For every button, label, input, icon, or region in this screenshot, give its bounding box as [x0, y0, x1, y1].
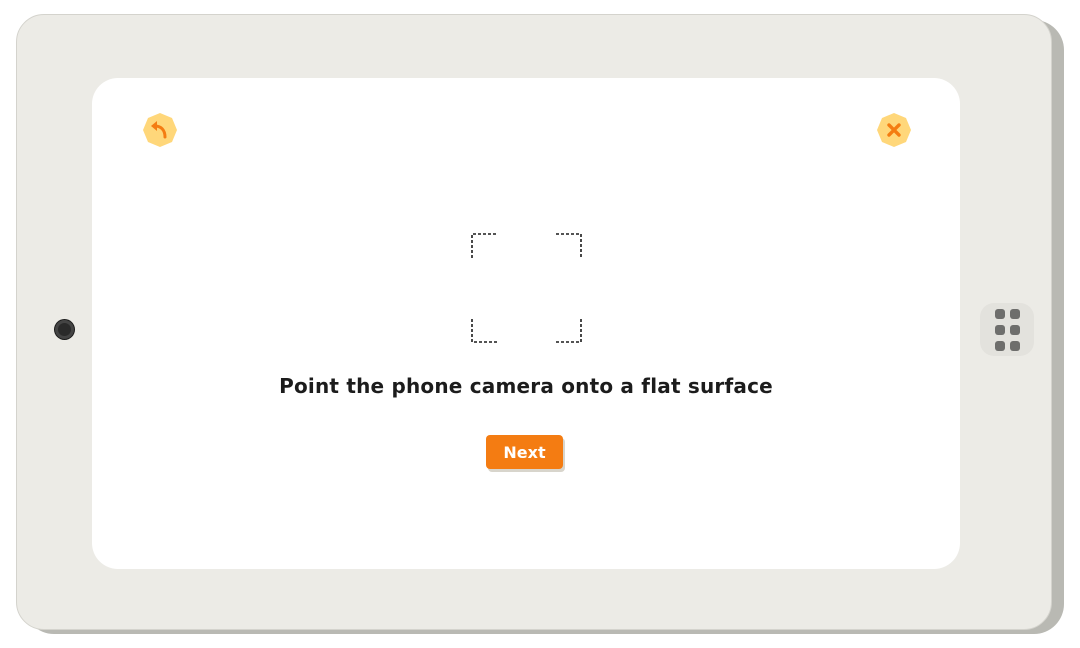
front-camera-icon — [55, 320, 74, 339]
close-button[interactable] — [875, 111, 913, 149]
app-grid-icon — [994, 308, 1020, 351]
undo-arrow-icon — [143, 113, 177, 147]
back-button[interactable] — [141, 111, 179, 149]
instruction-text: Point the phone camera onto a flat surfa… — [279, 374, 773, 398]
scan-frame-icon — [471, 233, 582, 343]
next-button[interactable]: Next — [486, 435, 563, 469]
home-button[interactable] — [980, 303, 1034, 356]
close-x-icon — [877, 113, 911, 147]
